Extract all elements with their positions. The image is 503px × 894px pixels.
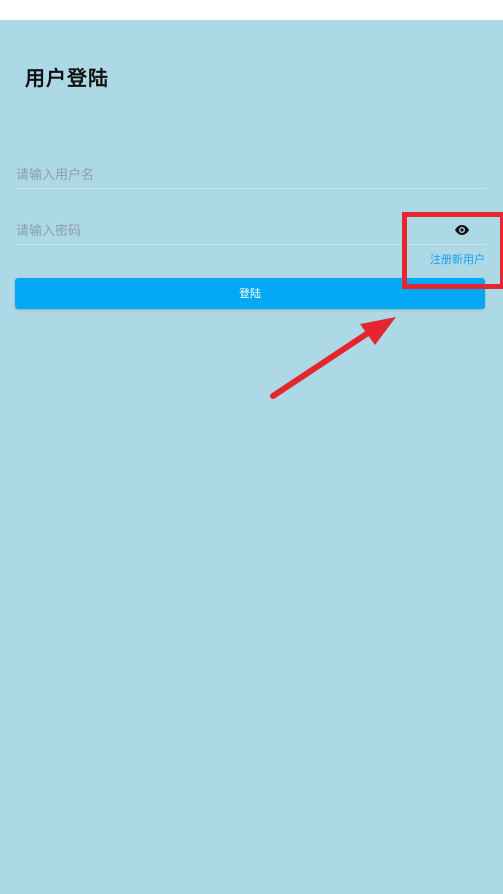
page-title: 用户登陆 [25,66,109,90]
password-placeholder: 请输入密码 [16,224,82,239]
annotation-arrow [270,317,396,399]
annotation-highlight-box [402,212,503,289]
username-placeholder: 请输入用户名 [16,168,95,183]
username-field[interactable]: 请输入用户名 [16,158,486,189]
login-screen: 用户登陆 请输入用户名 请输入密码 注册新用户 登陆 [0,20,503,894]
